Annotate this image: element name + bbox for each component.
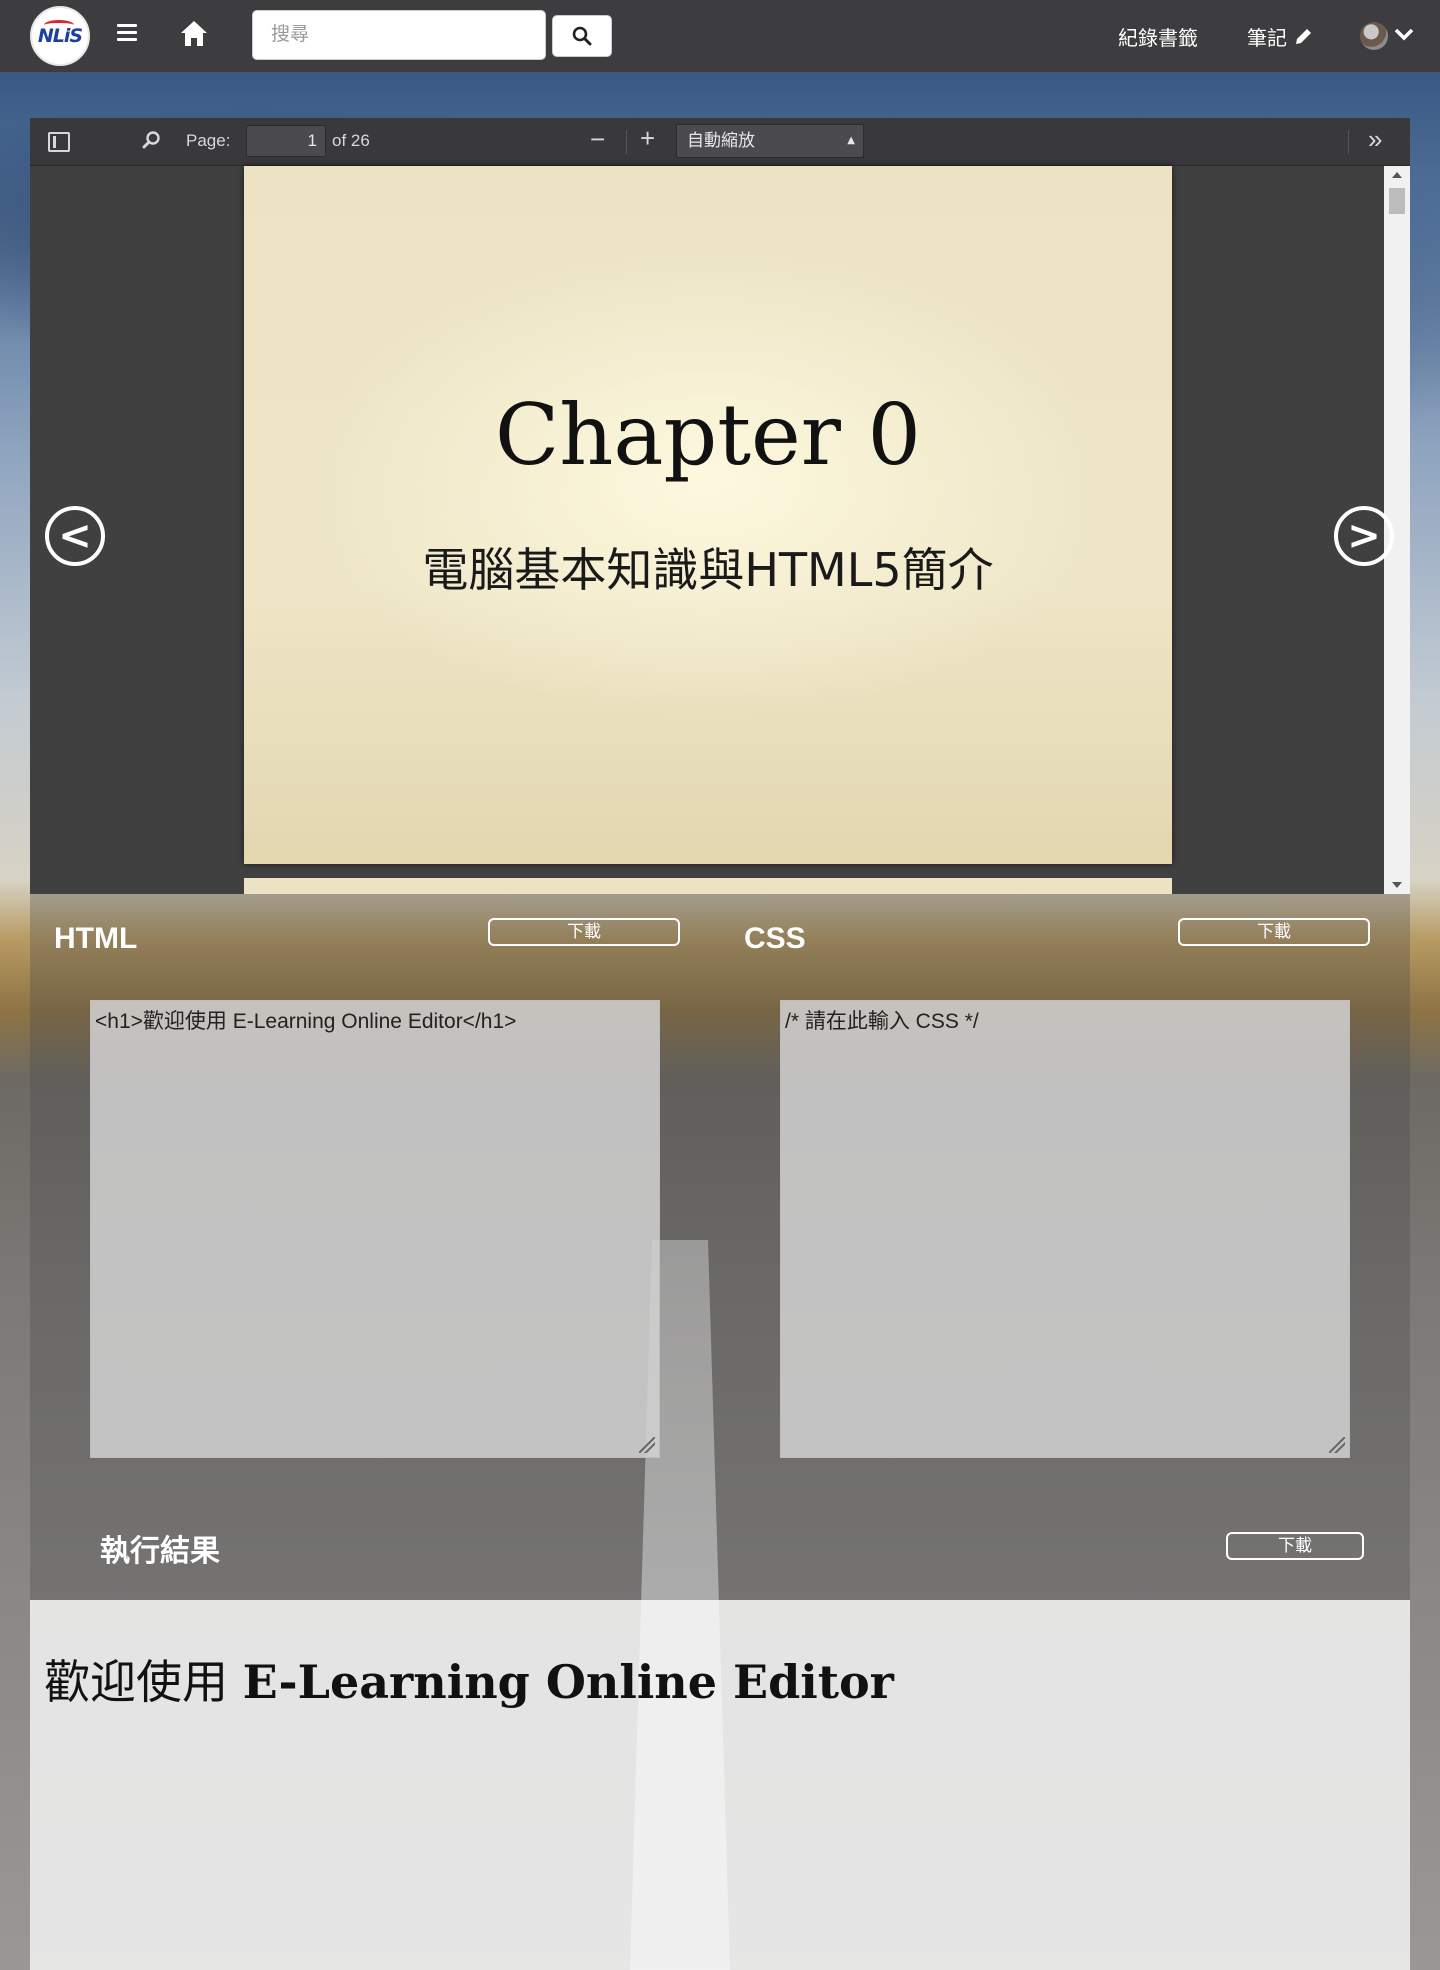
result-heading-text: E-Learning Online Editor xyxy=(242,1655,894,1709)
user-avatar[interactable] xyxy=(1360,22,1388,50)
scroll-thumb[interactable] xyxy=(1389,188,1405,214)
download-html-button[interactable]: 下載 xyxy=(488,918,680,946)
html-code-text: <h1>歡迎使用 E-Learning Online Editor</h1> xyxy=(95,1010,517,1033)
search-icon[interactable] xyxy=(142,130,162,155)
zoom-select[interactable]: 自動縮放 ▲ xyxy=(676,124,864,158)
hamburger-icon[interactable] xyxy=(117,24,139,46)
notes-link[interactable]: 筆記 xyxy=(1247,22,1313,51)
double-chevron-right-icon[interactable]: » xyxy=(1368,124,1382,155)
slide-subtitle: 電腦基本知識與HTML5簡介 xyxy=(422,543,994,597)
result-heading: 歡迎使用 E-Learning Online Editor xyxy=(44,1646,894,1712)
result-heading-cjk: 歡迎使用 xyxy=(44,1655,243,1709)
slide-title: Chapter 0 xyxy=(495,386,921,484)
pdf-toolbar: Page: 1 of 26 − + 自動縮放 ▲ » xyxy=(30,118,1410,166)
result-preview: 歡迎使用 E-Learning Online Editor xyxy=(30,1600,1410,1970)
pdf-page: Chapter 0 電腦基本知識與HTML5簡介 xyxy=(244,166,1172,864)
download-result-button[interactable]: 下載 xyxy=(1226,1532,1364,1560)
scroll-up-arrow[interactable] xyxy=(1392,172,1402,178)
resize-handle[interactable] xyxy=(1329,1437,1345,1453)
sidebar-toggle-icon[interactable] xyxy=(48,132,70,152)
minus-icon[interactable]: − xyxy=(590,124,605,155)
pdf-next-page xyxy=(244,878,1172,894)
download-css-button[interactable]: 下載 xyxy=(1178,918,1370,946)
bookmark-link[interactable]: 紀錄書籤 xyxy=(1118,22,1198,51)
next-slide-button[interactable]: > xyxy=(1334,506,1394,566)
resize-handle[interactable] xyxy=(639,1437,655,1453)
html-section-title: HTML xyxy=(54,922,138,955)
css-section-title: CSS xyxy=(744,922,806,955)
pencil-icon xyxy=(1296,28,1311,44)
search-input[interactable]: 搜尋 xyxy=(252,10,546,60)
online-editor: HTML 下載 CSS 下載 <h1>歡迎使用 E-Learning Onlin… xyxy=(30,894,1410,1600)
page-number-input[interactable]: 1 xyxy=(246,125,326,157)
page-label: Page: xyxy=(186,131,231,150)
css-code-editor[interactable]: /* 請在此輸入 CSS */ xyxy=(780,1000,1350,1458)
site-logo[interactable]: NLiS xyxy=(30,6,90,66)
html-code-editor[interactable]: <h1>歡迎使用 E-Learning Online Editor</h1> xyxy=(90,1000,660,1458)
chevron-down-icon[interactable] xyxy=(1394,26,1414,47)
page-count: of 26 xyxy=(332,131,370,150)
search-button[interactable] xyxy=(552,15,612,57)
plus-icon[interactable]: + xyxy=(640,123,655,154)
pdf-viewer: Page: 1 of 26 − + 自動縮放 ▲ » Chapter 0 電腦基… xyxy=(30,118,1410,894)
prev-slide-button[interactable]: < xyxy=(45,506,105,566)
notes-label: 筆記 xyxy=(1247,26,1287,50)
zoom-value: 自動縮放 xyxy=(687,131,755,151)
home-icon[interactable] xyxy=(178,18,210,50)
toolbar-divider xyxy=(626,130,627,154)
toolbar-divider xyxy=(1348,130,1349,154)
result-section-title: 執行結果 xyxy=(100,1534,220,1569)
select-arrows-icon: ▲ xyxy=(847,135,855,146)
scroll-down-arrow[interactable] xyxy=(1392,882,1402,888)
search-icon xyxy=(572,26,592,46)
top-navbar: NLiS 搜尋 紀錄書籤 筆記 xyxy=(0,0,1440,72)
css-code-text: /* 請在此輸入 CSS */ xyxy=(785,1010,979,1033)
